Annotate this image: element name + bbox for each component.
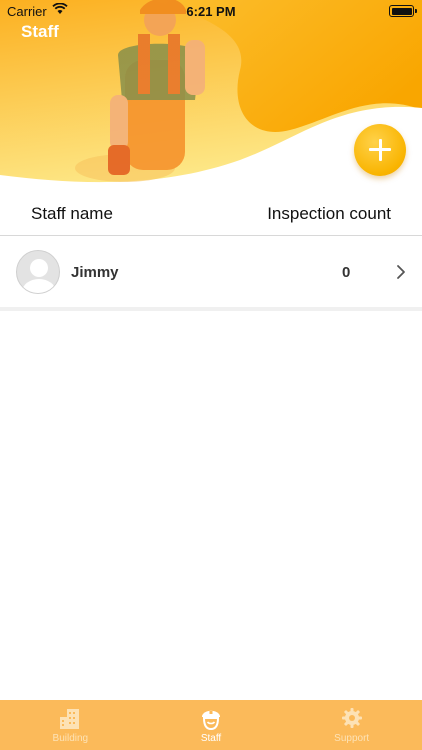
inspection-count: 0 [342,264,351,281]
staff-name: Jimmy [71,264,119,281]
battery-icon [389,5,417,17]
column-staff-name: Staff name [31,204,113,223]
staff-row[interactable]: Jimmy 0 [0,237,422,307]
tab-building[interactable]: Building [0,700,141,750]
tab-staff[interactable]: Staff [141,700,282,750]
tab-building-label: Building [52,733,89,744]
tab-staff-label: Staff [200,733,222,744]
page-title: Staff [21,22,59,41]
status-bar: Carrier 6:21 PM [0,0,422,22]
chevron-right-icon [397,265,405,279]
worker-helmet-icon [202,710,220,731]
clock-label: 6:21 PM [186,4,236,19]
tab-support-label: Support [334,733,370,744]
column-inspection-count: Inspection count [267,204,391,223]
tab-bar: Building Staff Support [0,700,422,750]
row-divider [0,307,422,311]
table-header: Staff name Inspection count [0,190,422,236]
staff-screen: Carrier 6:21 PM Staff Staff name Inspect… [0,0,422,750]
gear-icon [341,708,362,728]
user-avatar-icon [16,250,60,294]
building-icon [60,709,80,729]
add-staff-button[interactable] [354,124,406,176]
tab-support[interactable]: Support [281,700,422,750]
